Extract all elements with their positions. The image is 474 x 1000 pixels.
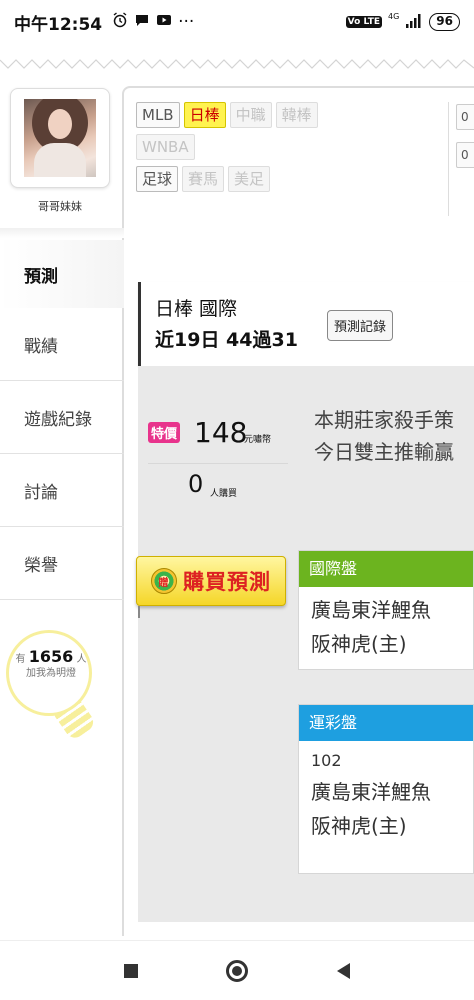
- odds-card-sports-lottery: 運彩盤 102 廣島東洋鯉魚 阪神虎(主): [298, 704, 474, 874]
- home-team: 阪神虎(主): [311, 632, 407, 656]
- side-option-1[interactable]: 0: [456, 104, 474, 130]
- card-header: 運彩盤: [299, 705, 473, 741]
- status-bar: 中午12:54 ··· Vo LTE 4G 96: [0, 0, 474, 44]
- follower-count: 1656: [28, 647, 74, 666]
- follow-label: 加我為明燈: [26, 668, 76, 679]
- league-record: 近19日 44過31: [155, 329, 298, 351]
- away-team: 廣島東洋鯉魚: [311, 598, 431, 622]
- buyer-count: 0: [188, 470, 204, 498]
- side-nav: 預測 戰績 遊戲紀錄 討論 榮譽: [0, 240, 124, 600]
- network-label: 4G: [388, 11, 400, 21]
- tag-cpbl: 中職: [229, 102, 272, 128]
- recent-apps-icon[interactable]: [124, 963, 139, 978]
- back-icon[interactable]: [336, 962, 350, 979]
- tag-kbo: 韓棒: [275, 102, 318, 128]
- chat-bubble-icon: [134, 12, 150, 33]
- buy-prediction-label: 購買預測: [183, 570, 271, 594]
- video-icon: [156, 12, 172, 33]
- prediction-record-button[interactable]: 預測記錄: [327, 310, 394, 341]
- nav-item-record[interactable]: 戰績: [0, 308, 124, 381]
- volte-icon: Vo LTE: [345, 16, 382, 28]
- gift-icon: 贈: [151, 568, 177, 594]
- side-option-2[interactable]: 0: [456, 142, 474, 168]
- status-time: 中午12:54: [14, 14, 103, 35]
- game-code: 102: [311, 751, 342, 770]
- nav-item-game-history[interactable]: 遊戲紀錄: [0, 381, 124, 454]
- zigzag-divider: [0, 59, 474, 69]
- signal-icon: [405, 13, 423, 31]
- home-team: 阪神虎(主): [311, 814, 407, 838]
- price-value: 148: [194, 416, 248, 449]
- alarm-icon: [112, 11, 128, 33]
- nav-item-prediction[interactable]: 預測: [0, 240, 124, 308]
- league-filter: MLB 日棒 中職 韓棒 WNBA 足球 賽馬 美足: [136, 102, 446, 198]
- tag-wnba: WNBA: [136, 134, 195, 160]
- tag-horse-racing: 賽馬: [182, 166, 225, 192]
- card-header: 國際盤: [299, 551, 473, 587]
- avatar-photo: [24, 99, 96, 177]
- special-price-badge: 特價: [148, 422, 181, 443]
- league-header: 日棒 國際 近19日 44過31 預測記錄: [138, 282, 474, 366]
- odds-card-international: 國際盤 廣島東洋鯉魚 阪神虎(主): [298, 550, 474, 670]
- tag-soccer[interactable]: 足球: [136, 166, 179, 192]
- nav-item-discussion[interactable]: 討論: [0, 454, 124, 527]
- away-team: 廣島東洋鯉魚: [311, 780, 431, 804]
- battery-indicator: 96: [429, 13, 460, 31]
- tag-npb[interactable]: 日棒: [183, 102, 226, 128]
- buyer-unit: 人購買: [210, 489, 238, 499]
- nav-item-honor[interactable]: 榮譽: [0, 527, 124, 600]
- tag-mlb[interactable]: MLB: [136, 102, 180, 128]
- notice-text: 本期莊家殺手策 今日雙主推輸贏: [314, 408, 454, 464]
- home-icon[interactable]: [226, 959, 249, 982]
- buy-prediction-button[interactable]: 贈 購買預測: [136, 556, 286, 606]
- more-notifications-icon: ···: [178, 12, 195, 32]
- price-unit: 元嘯幣: [244, 435, 272, 445]
- tag-nfl: 美足: [228, 166, 271, 192]
- username: 哥哥妹妹: [38, 200, 82, 213]
- avatar[interactable]: [10, 88, 110, 188]
- system-nav-bar: [0, 940, 474, 1000]
- follow-lightbulb[interactable]: 有 1656 人 加我為明燈: [6, 630, 98, 742]
- league-title: 日棒 國際: [155, 298, 238, 320]
